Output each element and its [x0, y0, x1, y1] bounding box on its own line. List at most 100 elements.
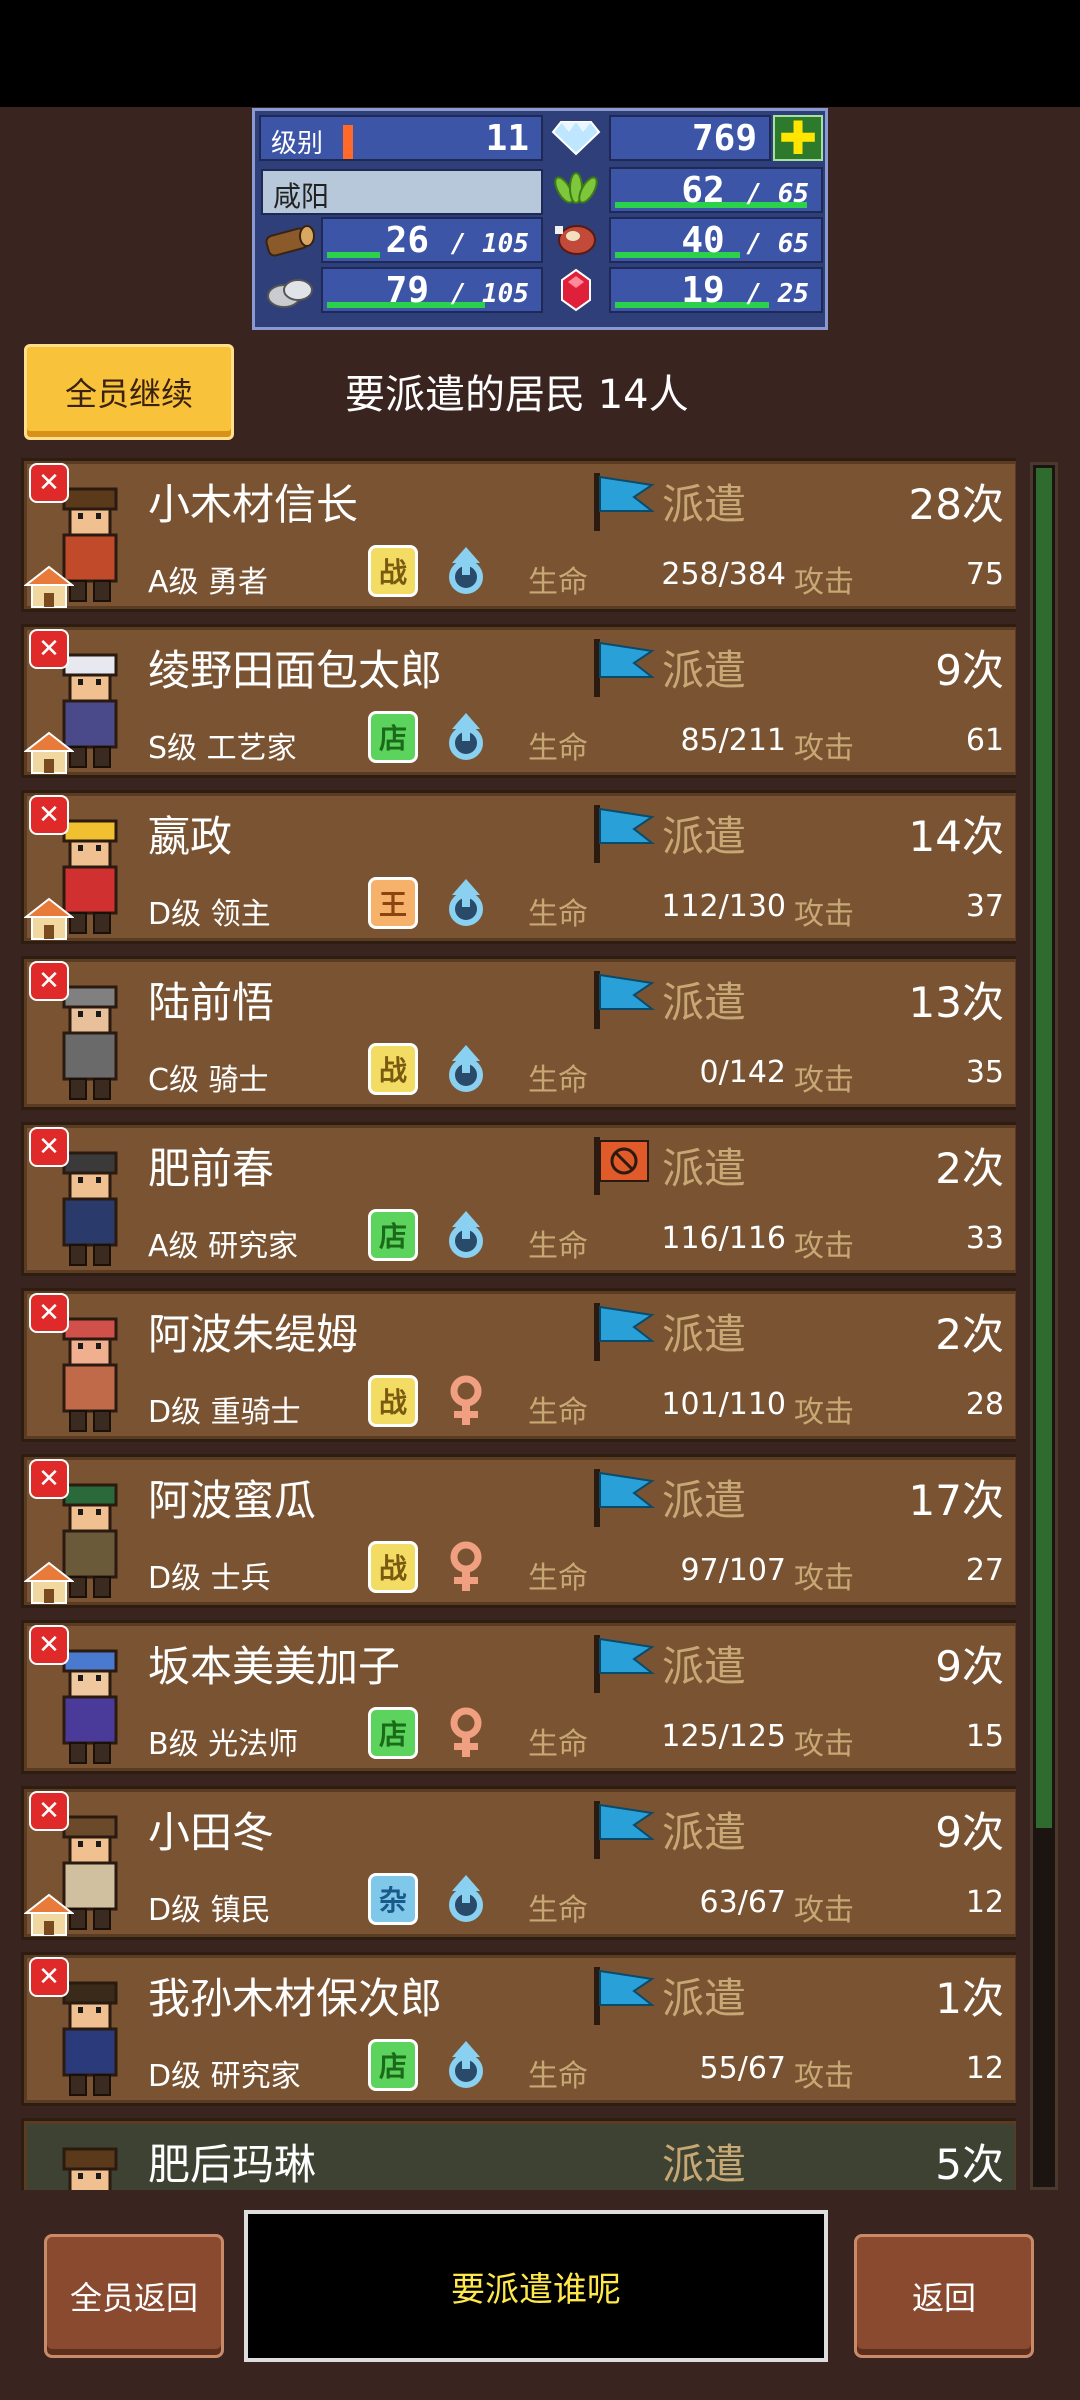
male-icon — [444, 1209, 488, 1263]
all-continue-button[interactable]: 全员继续 — [24, 344, 234, 440]
hp-value: 125/125 — [661, 1719, 786, 1754]
attack-value: 15 — [965, 1719, 1004, 1754]
female-icon — [444, 1541, 488, 1595]
hp-value: 85/211 — [680, 723, 786, 758]
meat-cap: 65 — [777, 229, 809, 259]
attack-label: 攻击 — [794, 1727, 854, 1762]
all-return-button[interactable]: 全员返回 — [44, 2234, 224, 2358]
dispatch-label[interactable]: 派遣 — [662, 1799, 746, 1860]
city-name: 咸阳 — [261, 169, 543, 215]
remove-icon[interactable]: ✕ — [29, 795, 69, 835]
job-tag: 店 — [368, 1707, 418, 1759]
remove-icon[interactable]: ✕ — [29, 961, 69, 1001]
dispatch-label[interactable]: 派遣 — [662, 969, 746, 1030]
resident-rank: D级 士兵 — [148, 1561, 271, 1596]
attack-label: 攻击 — [794, 1893, 854, 1928]
resident-row[interactable]: ✕ 嬴政 派遣 14次 D级 领主 王 生命 112/130 攻击 37 — [21, 790, 1016, 944]
level-bar — [343, 125, 353, 159]
dispatch-flag-icon[interactable] — [590, 471, 656, 533]
dispatch-label[interactable]: 派遣 — [662, 1633, 746, 1694]
dispatch-times: 5次 — [935, 2140, 1004, 2189]
house-icon — [23, 731, 75, 775]
wood-icon — [259, 217, 321, 263]
resident-row[interactable]: ✕ 坂本美美加子 派遣 9次 B级 光法师 店 生命 125/125 攻击 15 — [21, 1620, 1016, 1774]
male-icon — [444, 1043, 488, 1097]
attack-label: 攻击 — [794, 731, 854, 766]
remove-icon[interactable]: ✕ — [29, 1293, 69, 1333]
back-button[interactable]: 返回 — [854, 2234, 1034, 2358]
dispatch-flag-icon[interactable] — [590, 803, 656, 865]
remove-icon[interactable]: ✕ — [29, 1625, 69, 1665]
remove-icon[interactable]: ✕ — [29, 1957, 69, 1997]
dispatch-label[interactable]: 派遣 — [662, 471, 746, 532]
dispatch-label[interactable]: 派遣 — [662, 1965, 746, 2026]
resident-list[interactable]: ✕ 小木材信长派遣28次 A级 勇者 战 生命 258/384 攻击 75 — [16, 458, 1016, 2190]
dispatch-times: 2次 — [935, 1144, 1004, 1193]
remove-icon[interactable]: ✕ — [29, 629, 69, 669]
resident-rank: D级 研究家 — [148, 2059, 301, 2094]
hp-label: 生命 — [528, 565, 588, 600]
resident-name: 肥后玛琳 — [148, 2140, 317, 2189]
attack-value: 12 — [965, 1885, 1004, 1920]
hp-value: 116/116 — [661, 1221, 786, 1256]
add-gems-button[interactable]: ✚ — [773, 111, 823, 165]
dispatch-flag-icon[interactable] — [590, 637, 656, 699]
hp-value: 63/67 — [699, 1885, 786, 1920]
dispatch-label[interactable]: 派遣 — [662, 1467, 746, 1528]
dispatch-label[interactable]: 派遣 — [662, 637, 746, 698]
dispatch-times: 9次 — [935, 646, 1004, 695]
hp-label: 生命 — [528, 731, 588, 766]
dispatch-label[interactable]: 派遣 — [662, 1301, 746, 1362]
remove-icon[interactable]: ✕ — [29, 1459, 69, 1499]
male-icon — [444, 711, 488, 765]
resident-row[interactable]: ✕ 肥前春 派遣 2次 A级 研究家 店 生命 116/116 攻击 33 — [21, 1122, 1016, 1276]
grain-icon — [545, 167, 607, 213]
dispatch-flag-icon[interactable] — [590, 1467, 656, 1529]
remove-icon[interactable]: ✕ — [29, 1791, 69, 1831]
dispatch-flag-icon[interactable] — [590, 969, 656, 1031]
house-icon — [23, 565, 75, 609]
resident-row[interactable]: ✕ 阿波朱缇姆 派遣 2次 D级 重骑士 战 生命 101/110 攻击 28 — [21, 1288, 1016, 1442]
dispatch-label[interactable]: 派遣 — [662, 2131, 746, 2190]
resident-row[interactable]: ✕ 绫野田面包太郎 派遣 9次 S级 工艺家 店 生命 85/211 攻击 61 — [21, 624, 1016, 778]
dispatch-times: 9次 — [935, 1642, 1004, 1691]
remove-icon[interactable]: ✕ — [29, 1127, 69, 1167]
resident-row[interactable]: 肥后玛琳 派遣 5次 — [21, 2118, 1016, 2190]
female-icon — [444, 1375, 488, 1429]
dispatch-flag-icon[interactable] — [590, 1301, 656, 1363]
remove-icon[interactable]: ✕ — [29, 463, 69, 503]
scrollbar-thumb[interactable] — [1036, 468, 1052, 1828]
resident-row[interactable]: ✕ 陆前悟 派遣 13次 C级 骑士 战 生命 0/142 攻击 35 — [21, 956, 1016, 1110]
scrollbar[interactable] — [1030, 462, 1058, 2190]
resident-name: 小田冬 — [148, 1808, 275, 1857]
resident-row[interactable]: ✕ 小田冬 派遣 9次 D级 镇民 杂 生命 63/67 攻击 12 — [21, 1786, 1016, 1940]
dispatch-times: 28次 — [908, 480, 1004, 529]
dispatch-label[interactable]: 派遣 — [662, 1135, 746, 1196]
resident-name: 阿波蜜瓜 — [148, 1476, 317, 1525]
attack-value: 61 — [965, 723, 1004, 758]
dispatch-flag-icon[interactable] — [590, 1799, 656, 1861]
meat-value: 40 — [681, 220, 725, 261]
dispatch-label[interactable]: 派遣 — [662, 803, 746, 864]
job-tag: 战 — [368, 1043, 418, 1095]
resident-row[interactable]: ✕ 小木材信长 派遣 28次 A级 勇者 战 生命 258/384 攻击 75 — [21, 458, 1016, 612]
dispatch-flag-icon[interactable] — [590, 1135, 656, 1197]
job-tag: 战 — [368, 1375, 418, 1427]
hp-label: 生命 — [528, 1063, 588, 1098]
job-tag: 杂 — [368, 1873, 418, 1925]
food-cap: 65 — [777, 179, 809, 209]
male-icon — [444, 545, 488, 599]
hp-label: 生命 — [528, 897, 588, 932]
job-tag: 战 — [368, 1541, 418, 1593]
resident-rank: A级 研究家 — [148, 1229, 299, 1264]
stone-cap: 105 — [482, 279, 529, 309]
dispatch-times: 14次 — [908, 812, 1004, 861]
resident-row[interactable]: ✕ 我孙木材保次郎 派遣 1次 D级 研究家 店 生命 55/67 攻击 12 — [21, 1952, 1016, 2106]
status-bar — [0, 0, 1080, 107]
male-icon — [444, 1873, 488, 1927]
dispatch-flag-icon[interactable] — [590, 1633, 656, 1695]
attack-label: 攻击 — [794, 1229, 854, 1264]
attack-value: 75 — [965, 557, 1004, 592]
resident-row[interactable]: ✕ 阿波蜜瓜 派遣 17次 D级 士兵 战 生命 97/107 攻击 27 — [21, 1454, 1016, 1608]
dispatch-flag-icon[interactable] — [590, 1965, 656, 2027]
